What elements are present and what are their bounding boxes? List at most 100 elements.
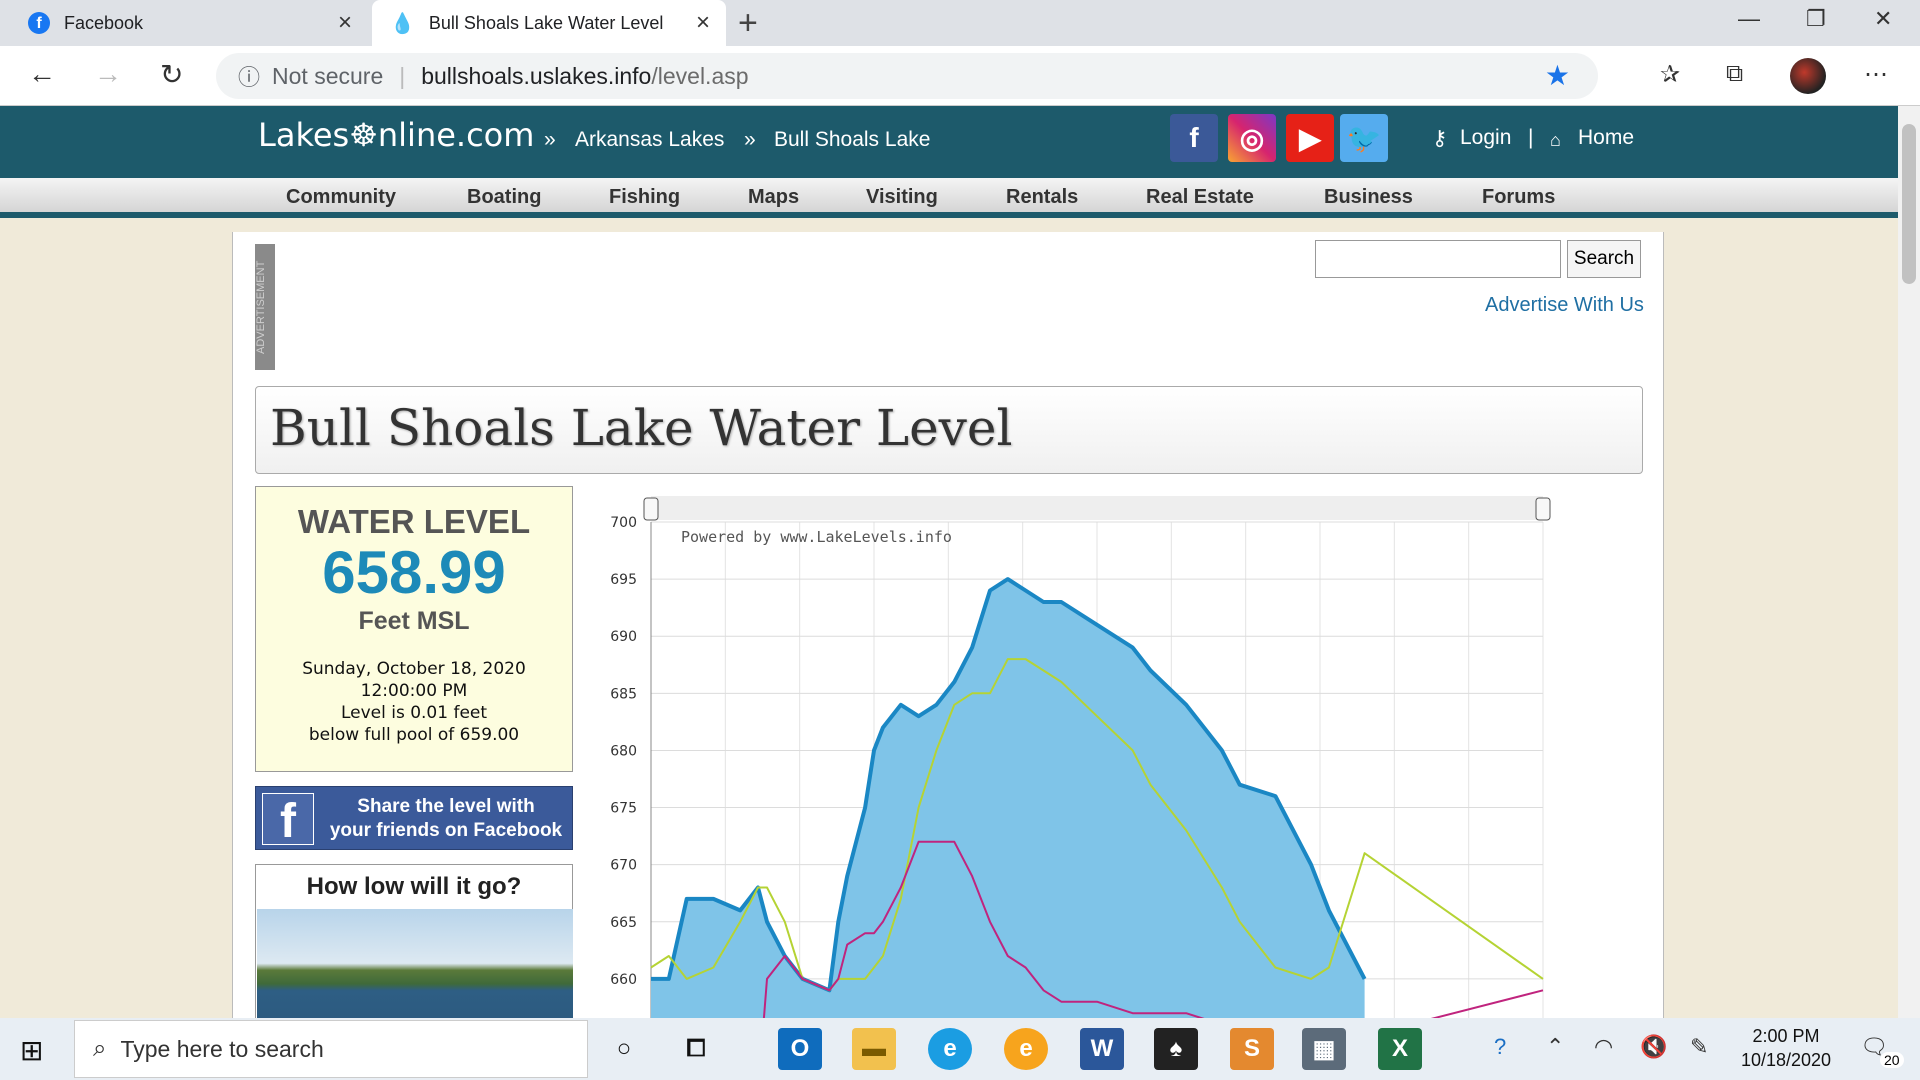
forward-icon[interactable]: → xyxy=(94,58,122,90)
windows-start-icon[interactable]: ⊞ xyxy=(20,1034,43,1067)
network-icon[interactable]: ◠ xyxy=(1594,1034,1613,1060)
url-host: bullshoals.uslakes.info xyxy=(421,62,652,89)
series-0-area xyxy=(651,579,1365,1018)
menu-maps[interactable]: Maps xyxy=(748,186,799,209)
refresh-icon[interactable]: ↻ xyxy=(160,58,183,91)
scrollbar-thumb[interactable] xyxy=(1902,124,1916,284)
sublime-icon[interactable]: S xyxy=(1230,1028,1274,1070)
water-level-unit: Feet MSL xyxy=(358,607,470,635)
lake-dock-image xyxy=(257,909,573,1018)
chart-navigator-handle-left xyxy=(643,497,659,521)
close-icon[interactable]: × xyxy=(680,9,726,37)
login-link[interactable]: Login xyxy=(1460,126,1511,150)
taskbar: ⊞ ⌕ Type here to search ○ ⧠ O ▬ e e W ♠ … xyxy=(0,1018,1920,1080)
pen-icon[interactable]: ✎ xyxy=(1690,1034,1708,1060)
tab-bull-shoals[interactable]: 💧 Bull Shoals Lake Water Level × xyxy=(372,0,726,46)
how-low-box[interactable]: How low will it go? xyxy=(255,864,573,1018)
breadcrumb-bull-shoals-lake[interactable]: Bull Shoals Lake xyxy=(774,128,930,152)
word-icon[interactable]: W xyxy=(1080,1028,1124,1070)
water-level-chart: 700695690685680675670665660655Powered by… xyxy=(610,496,1551,1018)
facebook-icon[interactable]: f xyxy=(1170,114,1218,162)
advertise-link[interactable]: Advertise With Us xyxy=(1485,294,1644,317)
notification-count: 20 xyxy=(1880,1052,1904,1068)
facebook-share-banner[interactable]: f Share the level with your friends on F… xyxy=(255,786,573,850)
chart-navigator-handle-right xyxy=(1535,497,1551,521)
cortana-icon[interactable]: ○ xyxy=(602,1028,646,1070)
breadcrumb-arkansas-lakes[interactable]: Arkansas Lakes xyxy=(575,128,724,152)
menu-forums[interactable]: Forums xyxy=(1482,186,1555,209)
main-menu: Community Boating Fishing Maps Visiting … xyxy=(0,178,1898,218)
y-tick-label: 685 xyxy=(610,686,637,702)
water-level-box: WATER LEVEL 658.99 Feet MSL Sunday, Octo… xyxy=(255,486,573,772)
y-tick-label: 690 xyxy=(610,629,637,645)
tab-bar: f Facebook × 💧 Bull Shoals Lake Water Le… xyxy=(0,0,1920,46)
search-input[interactable] xyxy=(1315,240,1561,278)
search-icon: ⌕ xyxy=(93,1035,107,1062)
chart-navigator xyxy=(651,496,1543,520)
clock[interactable]: 2:00 PM 10/18/2020 xyxy=(1736,1024,1836,1072)
taskbar-search[interactable]: ⌕ Type here to search xyxy=(74,1020,588,1078)
water-level-value: 658.99 xyxy=(322,539,506,606)
title-box: Bull Shoals Lake Water Level xyxy=(255,386,1643,474)
y-tick-label: 695 xyxy=(610,572,637,588)
solitaire-icon[interactable]: ♠ xyxy=(1154,1028,1198,1070)
chevron-up-icon[interactable]: ⌃ xyxy=(1546,1034,1564,1060)
back-icon[interactable]: ← xyxy=(28,58,56,90)
advertisement-label: ADVERTISEMENT xyxy=(255,244,275,370)
menu-community[interactable]: Community xyxy=(286,186,396,209)
level-time: 12:00:00 PM xyxy=(360,681,468,701)
droplet-icon: 💧 xyxy=(390,12,415,35)
info-icon: ⓘ xyxy=(238,65,261,90)
youtube-icon[interactable]: ▶ xyxy=(1286,114,1334,162)
page-title: Bull Shoals Lake Water Level xyxy=(270,399,1013,457)
menu-rentals[interactable]: Rentals xyxy=(1006,186,1078,209)
window-close-icon[interactable]: ✕ xyxy=(1874,6,1892,32)
instagram-icon[interactable]: ◎ xyxy=(1228,114,1276,162)
web-page: Lakes☸nline.com » Arkansas Lakes » Bull … xyxy=(0,106,1898,1018)
home-link[interactable]: Home xyxy=(1578,126,1634,150)
menu-business[interactable]: Business xyxy=(1324,186,1413,209)
level-diff: Level is 0.01 feet xyxy=(340,703,488,723)
task-view-icon[interactable]: ⧠ xyxy=(674,1028,718,1070)
excel-icon[interactable]: X xyxy=(1378,1028,1422,1070)
search-button[interactable]: Search xyxy=(1567,240,1641,278)
y-tick-label: 700 xyxy=(610,515,637,531)
favorites-icon[interactable]: ✰ xyxy=(1660,60,1680,89)
page-scrollbar[interactable] xyxy=(1898,106,1920,1018)
menu-boating[interactable]: Boating xyxy=(467,186,541,209)
site-logo[interactable]: Lakes☸nline.com xyxy=(258,116,534,154)
new-tab-icon[interactable]: + xyxy=(738,4,758,43)
minimize-icon[interactable]: — xyxy=(1738,6,1760,32)
y-tick-label: 675 xyxy=(610,801,637,817)
collections-icon[interactable]: ⧉ xyxy=(1726,60,1743,88)
menu-real-estate[interactable]: Real Estate xyxy=(1146,186,1254,209)
security-label: Not secure xyxy=(272,62,384,89)
tab-title: Bull Shoals Lake Water Level xyxy=(428,12,664,33)
y-tick-label: 665 xyxy=(610,915,637,931)
twitter-icon[interactable]: 🐦 xyxy=(1340,114,1388,162)
avatar[interactable] xyxy=(1790,58,1826,94)
site-header: Lakes☸nline.com » Arkansas Lakes » Bull … xyxy=(0,106,1898,178)
facebook-icon: f xyxy=(28,12,50,34)
edge-icon[interactable]: e xyxy=(928,1028,972,1070)
level-date: Sunday, October 18, 2020 xyxy=(302,659,526,679)
file-explorer-icon[interactable]: ▬ xyxy=(852,1028,896,1070)
close-icon[interactable]: × xyxy=(322,9,368,37)
volume-muted-icon[interactable]: 🔇 xyxy=(1640,1034,1667,1060)
y-tick-label: 680 xyxy=(610,743,637,759)
restore-icon[interactable]: ❐ xyxy=(1806,6,1826,32)
menu-fishing[interactable]: Fishing xyxy=(609,186,680,209)
url-path: /level.asp xyxy=(651,62,749,89)
more-icon[interactable]: ⋯ xyxy=(1864,60,1888,89)
chart-credit: Powered by www.LakeLevels.info xyxy=(681,528,952,546)
calculator-icon[interactable]: ▦ xyxy=(1302,1028,1346,1070)
canary-icon[interactable]: e xyxy=(1004,1028,1048,1070)
favorite-star-icon[interactable]: ★ xyxy=(1545,59,1570,92)
url-field[interactable]: ⓘ Not secure | bullshoals.uslakes.info /… xyxy=(216,53,1598,99)
outlook-icon[interactable]: O xyxy=(778,1028,822,1070)
help-icon[interactable]: ? xyxy=(1494,1034,1506,1060)
menu-visiting[interactable]: Visiting xyxy=(866,186,938,209)
tab-title: Facebook xyxy=(64,12,144,33)
tab-facebook[interactable]: f Facebook × xyxy=(0,0,368,46)
level-pool: below full pool of 659.00 xyxy=(308,725,520,745)
